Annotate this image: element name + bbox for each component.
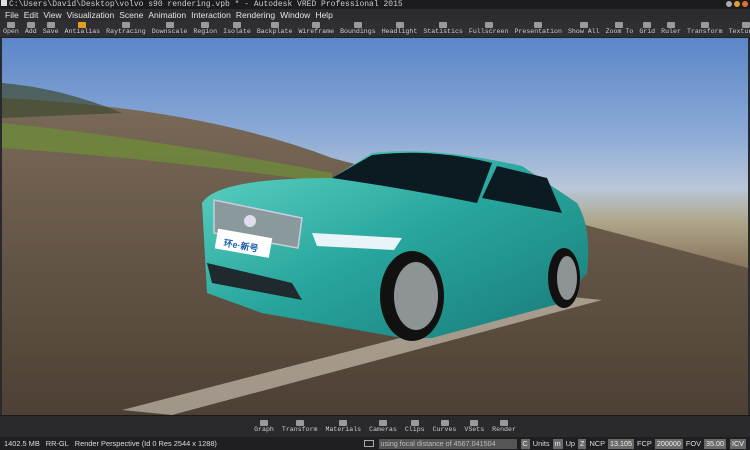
logo-icon	[244, 215, 256, 227]
bottom-toolbar-render-button[interactable]: Render	[489, 416, 519, 437]
menu-scene[interactable]: Scene	[119, 9, 143, 21]
button-label: VSets	[464, 426, 485, 433]
toolbar-zoom-to-button[interactable]: Zoom To	[603, 21, 637, 37]
toolbar-save-button[interactable]: Save	[40, 21, 62, 37]
toolbar-fullscreen-button[interactable]: Fullscreen	[466, 21, 512, 37]
toolbar-isolate-button[interactable]: Isolate	[220, 21, 254, 37]
button-label: Cameras	[369, 426, 397, 433]
render-info: Render Perspective (Id 0 Res 2544 x 1288…	[74, 439, 217, 448]
app-icon	[1, 0, 7, 6]
menu-window[interactable]: Window	[280, 9, 310, 21]
toolbar-antialias-button[interactable]: Antialias	[62, 21, 104, 37]
render-viewport[interactable]: 环e·新号	[2, 38, 748, 415]
close-button[interactable]	[742, 1, 748, 7]
button-label: Transform	[686, 28, 723, 35]
button-label: Materials	[325, 426, 362, 433]
menu-bar: File Edit View Visualization Scene Animation I…	[0, 9, 750, 21]
button-label: Ruler	[661, 28, 681, 35]
fcp-input[interactable]: 200000	[654, 438, 683, 449]
toolbar-transform-button[interactable]: Transform	[684, 21, 726, 37]
toolbar-presentation-button[interactable]: Presentation	[511, 21, 564, 37]
bottom-toolbar-vsets-button[interactable]: VSets	[461, 416, 487, 437]
c-button[interactable]: C	[520, 438, 530, 449]
units-label: Units	[532, 439, 550, 448]
button-label: Clips	[404, 426, 425, 433]
toolbar-backplate-button[interactable]: Backplate	[254, 21, 296, 37]
button-label: Add	[24, 28, 37, 35]
terminal-icon[interactable]	[363, 440, 374, 447]
button-label: Save	[42, 28, 59, 35]
toolbar-open-button[interactable]: Open	[0, 21, 22, 37]
menu-view[interactable]: View	[43, 9, 61, 21]
bottom-toolbar-clips-button[interactable]: Clips	[402, 416, 428, 437]
ncp-input[interactable]: 13.105	[608, 438, 635, 449]
toolbar-ruler-button[interactable]: Ruler	[658, 21, 684, 37]
units-select[interactable]: m	[552, 438, 563, 449]
button-label: Show All	[567, 28, 600, 35]
button-label: Transform	[281, 426, 318, 433]
button-label: Presentation	[514, 28, 562, 35]
button-label: Texturing	[728, 28, 750, 35]
button-label: Statistics	[423, 28, 463, 35]
fov-input[interactable]: 35.00	[704, 438, 727, 449]
minimize-button[interactable]	[726, 1, 732, 7]
title-bar: C:\Users\David\Desktop\volvo s90 renderi…	[0, 0, 750, 9]
bottom-toolbar-transform-button[interactable]: Transform	[279, 416, 321, 437]
status-bar: 1402.5 MB RR-GL Render Perspective (Id 0…	[0, 437, 750, 450]
button-label: Graph	[254, 426, 274, 433]
maximize-button[interactable]	[734, 1, 740, 7]
main-toolbar: Open Add Save Antialias Raytracing Downscale R…	[0, 21, 750, 38]
renderer-mode: RR-GL	[45, 439, 69, 448]
bottom-toolbar-graph-button[interactable]: Graph	[251, 416, 277, 437]
toolbar-wireframe-button[interactable]: Wireframe	[295, 21, 337, 37]
up-axis-select[interactable]: Z	[578, 438, 587, 449]
button-label: Boundings	[340, 28, 376, 35]
button-label: Curves	[432, 426, 457, 433]
toolbar-region-button[interactable]: Region	[190, 21, 220, 37]
toolbar-boundings-button[interactable]: Boundings	[337, 21, 379, 37]
scene-render: 环e·新号	[2, 83, 748, 415]
button-label: Grid	[639, 28, 656, 35]
status-message: using focal distance of 4567.041504	[378, 438, 517, 449]
toolbar-raytracing-button[interactable]: Raytracing	[103, 21, 149, 37]
menu-animation[interactable]: Animation	[148, 9, 186, 21]
toolbar-show-all-button[interactable]: Show All	[565, 21, 603, 37]
button-label: Backplate	[256, 28, 293, 35]
button-label: Downscale	[151, 28, 188, 35]
fov-label: FOV	[685, 439, 702, 448]
button-label: Isolate	[223, 28, 251, 35]
memory-usage: 1402.5 MB	[4, 439, 40, 448]
button-label: Open	[3, 28, 19, 35]
menu-interaction[interactable]: Interaction	[191, 9, 231, 21]
button-label: Headlight	[381, 28, 418, 35]
menu-edit[interactable]: Edit	[24, 9, 39, 21]
icv-button[interactable]: ICV	[730, 438, 746, 449]
button-label: Render	[492, 426, 516, 433]
ncp-label: NCP	[589, 439, 606, 448]
menu-file[interactable]: File	[5, 9, 19, 21]
toolbar-texturing-button[interactable]: Texturing	[726, 21, 750, 37]
menu-rendering[interactable]: Rendering	[236, 9, 275, 21]
toolbar-add-button[interactable]: Add	[22, 21, 40, 37]
button-label: Fullscreen	[468, 28, 509, 35]
bottom-toolbar-curves-button[interactable]: Curves	[430, 416, 460, 437]
window-controls	[726, 1, 748, 7]
bottom-toolbar: Graph Transform Materials Cameras Clips Curve…	[0, 415, 750, 437]
button-label: Raytracing	[106, 28, 146, 35]
window-title: C:\Users\David\Desktop\volvo s90 renderi…	[9, 0, 403, 9]
toolbar-headlight-button[interactable]: Headlight	[379, 21, 421, 37]
button-label: Zoom To	[605, 28, 634, 35]
fcp-label: FCP	[637, 439, 652, 448]
up-label: Up	[565, 439, 576, 448]
bottom-toolbar-materials-button[interactable]: Materials	[323, 416, 365, 437]
bottom-toolbar-cameras-button[interactable]: Cameras	[366, 416, 400, 437]
menu-help[interactable]: Help	[315, 9, 332, 21]
toolbar-downscale-button[interactable]: Downscale	[149, 21, 191, 37]
button-label: Region	[193, 28, 218, 35]
button-label: Antialias	[64, 28, 101, 35]
button-label: Wireframe	[298, 28, 335, 35]
toolbar-statistics-button[interactable]: Statistics	[420, 21, 466, 37]
toolbar-grid-button[interactable]: Grid	[636, 21, 658, 37]
menu-visualization[interactable]: Visualization	[67, 9, 115, 21]
